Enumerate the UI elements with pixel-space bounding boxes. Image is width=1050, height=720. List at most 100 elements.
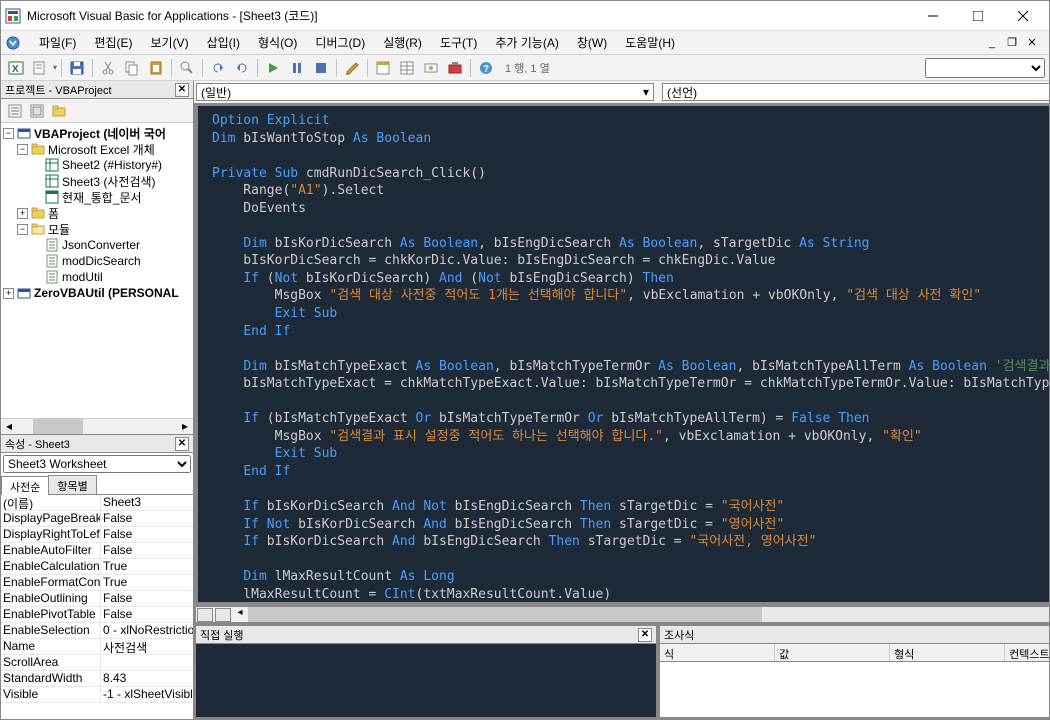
menubar: 파일(F) 편집(E) 보기(V) 삽입(I) 형식(O) 디버그(D) 실행(…	[1, 31, 1049, 55]
tree-hscrollbar[interactable]: ◂▸	[1, 418, 193, 434]
view-object-icon[interactable]	[27, 101, 47, 121]
insert-module-icon[interactable]	[29, 57, 51, 79]
watch-col-context[interactable]: 컨텍스트	[1005, 644, 1049, 661]
view-code-icon[interactable]	[5, 101, 25, 121]
menu-edit[interactable]: 편집(E)	[86, 32, 140, 53]
watch-col-value[interactable]: 값	[775, 644, 890, 661]
project-tree[interactable]: −VBAProject (네이버 국어 −Microsoft Excel 개체 …	[1, 123, 193, 418]
props-row[interactable]: ScrollArea	[1, 655, 193, 671]
code-editor[interactable]: Option Explicit Dim bIsWantToStop As Boo…	[196, 105, 1049, 604]
watch-col-type[interactable]: 형식	[890, 644, 1005, 661]
project-toolbar	[1, 99, 193, 123]
props-row[interactable]: Visible-1 - xlSheetVisible	[1, 687, 193, 703]
tree-collapse-icon[interactable]: −	[17, 224, 28, 235]
redo-icon[interactable]	[231, 57, 253, 79]
menu-help[interactable]: 도움말(H)	[617, 32, 683, 53]
copy-icon[interactable]	[121, 57, 143, 79]
props-grid[interactable]: (이름)Sheet3DisplayPageBreaksFalseDisplayR…	[1, 495, 193, 719]
menu-tools[interactable]: 도구(T)	[432, 32, 485, 53]
menu-insert[interactable]: 삽입(I)	[199, 32, 248, 53]
maximize-button[interactable]	[955, 2, 1000, 30]
procedure-view-icon[interactable]	[197, 608, 213, 622]
chevron-down-icon: ▾	[643, 85, 649, 99]
immediate-window: 직접 실행 ✕	[195, 625, 657, 718]
run-icon[interactable]	[262, 57, 284, 79]
menu-view[interactable]: 보기(V)	[142, 32, 196, 53]
menu-format[interactable]: 형식(O)	[250, 32, 305, 53]
object-browser-icon[interactable]	[420, 57, 442, 79]
module-icon	[45, 254, 59, 268]
tree-collapse-icon[interactable]: −	[17, 144, 28, 155]
tree-expand-icon[interactable]: +	[3, 288, 14, 299]
props-tab-category[interactable]: 항목별	[48, 475, 96, 494]
mdi-minimize[interactable]: _	[983, 35, 1001, 51]
project-close-icon[interactable]: ✕	[175, 83, 189, 97]
watch-col-expr[interactable]: 식	[660, 644, 775, 661]
props-tab-alpha[interactable]: 사전순	[1, 476, 49, 495]
full-view-icon[interactable]	[215, 608, 231, 622]
project-icon	[17, 126, 31, 140]
props-row[interactable]: DisplayRightToLeftFalse	[1, 527, 193, 543]
props-row[interactable]: StandardWidth8.43	[1, 671, 193, 687]
watch-window: 조사식 ✕ 식 값 형식 컨텍스트	[659, 625, 1049, 718]
worksheet-icon	[45, 174, 59, 188]
cursor-position: 1 행, 1 열	[505, 60, 550, 76]
props-row[interactable]: EnableSelection0 - xlNoRestrictions	[1, 623, 193, 639]
project-panel-header: 프로젝트 - VBAProject ✕	[1, 81, 193, 99]
props-panel-header: 속성 - Sheet3 ✕	[1, 435, 193, 453]
design-mode-icon[interactable]	[341, 57, 363, 79]
props-row[interactable]: EnableCalculationTrue	[1, 559, 193, 575]
cut-icon[interactable]	[97, 57, 119, 79]
pause-icon[interactable]	[286, 57, 308, 79]
view-excel-icon[interactable]: X	[5, 57, 27, 79]
menu-file[interactable]: 파일(F)	[31, 32, 84, 53]
props-row[interactable]: EnableOutliningFalse	[1, 591, 193, 607]
module-icon	[45, 270, 59, 284]
folder-open-icon	[31, 222, 45, 236]
toggle-folders-icon[interactable]	[49, 101, 69, 121]
mdi-restore[interactable]: ❐	[1003, 35, 1021, 51]
svg-text:X: X	[12, 64, 19, 75]
window-title: Microsoft Visual Basic for Applications …	[27, 7, 910, 24]
module-icon	[45, 238, 59, 252]
props-row[interactable]: EnableFormatConditionsCalculationTrue	[1, 575, 193, 591]
menu-addins[interactable]: 추가 기능(A)	[487, 32, 567, 53]
paste-icon[interactable]	[145, 57, 167, 79]
watch-columns: 식 값 형식 컨텍스트	[660, 644, 1049, 662]
props-row[interactable]: (이름)Sheet3	[1, 495, 193, 511]
props-close-icon[interactable]: ✕	[175, 437, 189, 451]
project-explorer-icon[interactable]	[372, 57, 394, 79]
workbook-icon	[45, 190, 59, 204]
save-icon[interactable]	[66, 57, 88, 79]
props-object-selector[interactable]: Sheet3 Worksheet	[3, 455, 191, 473]
project-icon	[17, 286, 31, 300]
immediate-input[interactable]	[196, 644, 656, 717]
properties-icon[interactable]	[396, 57, 418, 79]
watch-list[interactable]	[660, 662, 1049, 717]
object-dropdown[interactable]: (일반)▾	[196, 83, 654, 101]
tree-expand-icon[interactable]: +	[17, 208, 28, 219]
menu-window[interactable]: 창(W)	[569, 32, 615, 53]
props-row[interactable]: EnableAutoFilterFalse	[1, 543, 193, 559]
code-hscrollbar[interactable]: ◂ ▸	[196, 606, 1049, 622]
help-icon[interactable]: ?	[475, 57, 497, 79]
toolbox-icon[interactable]	[444, 57, 466, 79]
toolbar-combo[interactable]	[925, 58, 1045, 78]
immediate-close-icon[interactable]: ✕	[638, 628, 652, 642]
mdi-close[interactable]: ✕	[1023, 35, 1041, 51]
find-icon[interactable]	[176, 57, 198, 79]
close-button[interactable]	[1000, 2, 1045, 30]
vba-icon	[5, 35, 21, 51]
folder-icon	[31, 142, 45, 156]
tree-collapse-icon[interactable]: −	[3, 128, 14, 139]
procedure-dropdown[interactable]: (선언)▾	[662, 83, 1049, 101]
menu-debug[interactable]: 디버그(D)	[307, 32, 373, 53]
menu-run[interactable]: 실행(R)	[375, 32, 430, 53]
props-row[interactable]: Name사전검색	[1, 639, 193, 655]
undo-icon[interactable]	[207, 57, 229, 79]
svg-text:?: ?	[483, 64, 489, 75]
stop-icon[interactable]	[310, 57, 332, 79]
props-row[interactable]: EnablePivotTableFalse	[1, 607, 193, 623]
props-row[interactable]: DisplayPageBreaksFalse	[1, 511, 193, 527]
minimize-button[interactable]	[910, 2, 955, 30]
